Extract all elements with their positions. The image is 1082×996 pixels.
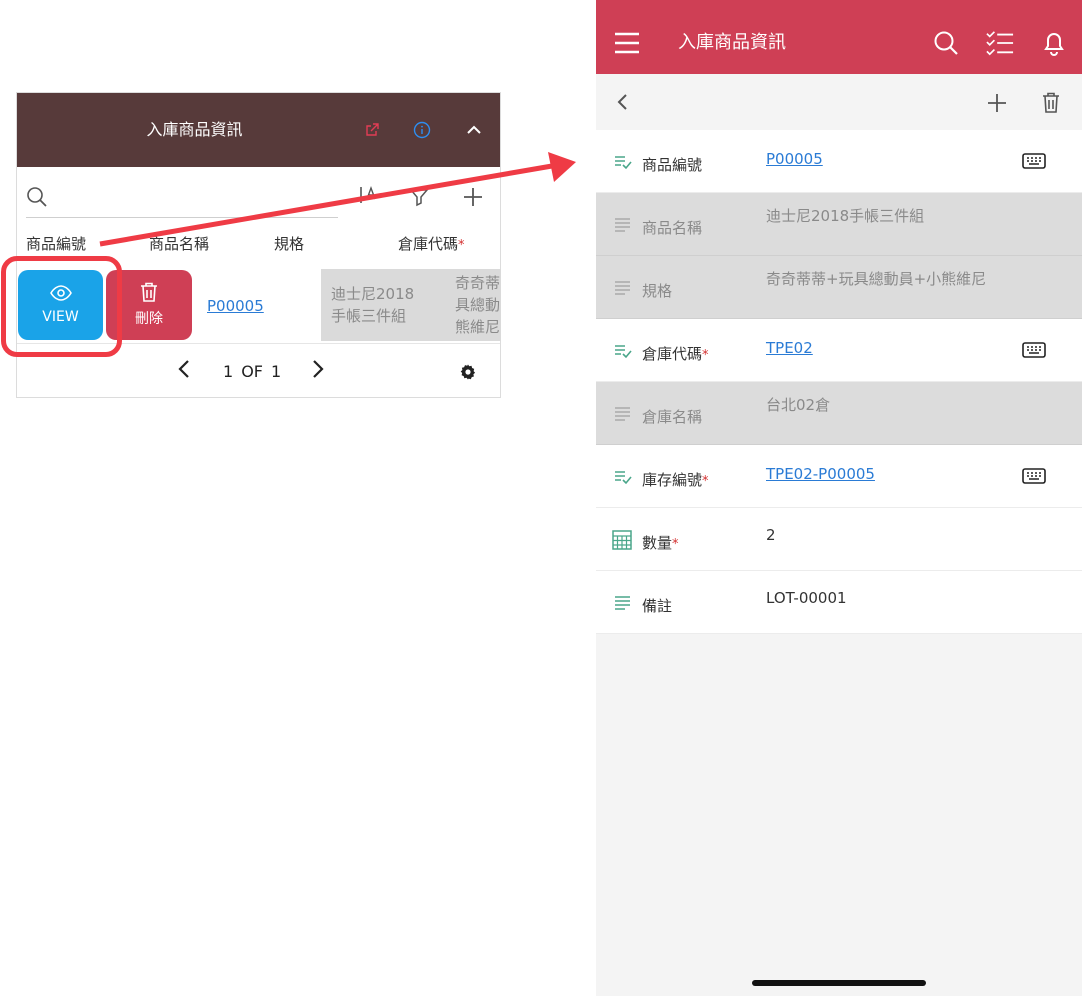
field-label: 數量* bbox=[642, 532, 679, 553]
keyboard-icon[interactable] bbox=[1022, 342, 1046, 362]
product-name-line1: 迪士尼2018 bbox=[331, 285, 415, 303]
settings-gear-icon[interactable] bbox=[459, 363, 477, 385]
quantity-input[interactable]: 2 bbox=[766, 526, 776, 544]
info-icon[interactable] bbox=[411, 119, 433, 141]
add-icon[interactable] bbox=[463, 187, 483, 211]
field-label-text: 庫存編號 bbox=[642, 471, 703, 489]
checklist-icon[interactable] bbox=[986, 29, 1014, 57]
field-spec: 規格 奇奇蒂蒂+玩具總動員+小熊維尼 bbox=[596, 256, 1082, 319]
field-value: 迪士尼2018手帳三件組 bbox=[766, 207, 925, 225]
external-link-icon[interactable] bbox=[361, 119, 383, 141]
total-pages: 1 bbox=[270, 361, 282, 381]
field-warehouse-code[interactable]: 倉庫代碼* TPE02 bbox=[596, 319, 1082, 382]
required-mark: * bbox=[702, 348, 709, 363]
field-value: 台北02倉 bbox=[766, 396, 831, 414]
spec-line2: 具總動 bbox=[455, 296, 501, 314]
list-panel-header: 入庫商品資訊 bbox=[17, 93, 500, 167]
text-lines-icon bbox=[615, 596, 630, 610]
field-label-text: 倉庫代碼 bbox=[642, 345, 703, 363]
keyboard-icon[interactable] bbox=[1022, 153, 1046, 173]
app-bar: 入庫商品資訊 bbox=[596, 0, 1082, 74]
text-lines-icon bbox=[615, 218, 630, 232]
remark-input[interactable]: LOT-00001 bbox=[766, 589, 847, 607]
spec-cell: 奇奇蒂 具總動 熊維尼 bbox=[421, 269, 501, 341]
page-of-label: OF bbox=[241, 361, 263, 381]
field-value-link[interactable]: TPE02-P00005 bbox=[766, 465, 875, 483]
field-warehouse-name: 倉庫名稱 台北02倉 bbox=[596, 382, 1082, 445]
list-panel-title: 入庫商品資訊 bbox=[146, 120, 243, 139]
field-label: 規格 bbox=[642, 282, 673, 300]
spec-line1: 奇奇蒂 bbox=[455, 274, 501, 292]
lookup-text-icon bbox=[615, 345, 632, 359]
field-value: 奇奇蒂蒂+玩具總動員+小熊維尼 bbox=[766, 270, 987, 288]
spec-line3: 熊維尼 bbox=[455, 318, 501, 336]
required-mark: * bbox=[458, 238, 465, 253]
product-name-cell: 迪士尼2018 手帳三件組 bbox=[321, 269, 421, 341]
field-product-code[interactable]: 商品編號 P00005 bbox=[596, 130, 1082, 193]
field-quantity[interactable]: 數量* 2 bbox=[596, 508, 1082, 571]
current-page: 1 bbox=[223, 361, 234, 381]
filter-icon[interactable] bbox=[409, 187, 429, 211]
field-label: 商品名稱 bbox=[642, 219, 703, 237]
search-icon[interactable] bbox=[932, 29, 960, 57]
lookup-text-icon bbox=[615, 156, 632, 170]
field-label: 庫存編號* bbox=[642, 469, 709, 490]
search-input[interactable] bbox=[26, 217, 338, 218]
pagination: 1 OF 1 bbox=[177, 351, 325, 391]
add-icon[interactable] bbox=[987, 93, 1007, 117]
field-value-link[interactable]: TPE02 bbox=[766, 339, 813, 357]
column-header-code[interactable]: 商品編號 bbox=[26, 233, 86, 254]
delete-button-label: 刪除 bbox=[135, 311, 163, 327]
field-remark[interactable]: 備註 LOT-00001 bbox=[596, 571, 1082, 634]
product-name-line2: 手帳三件組 bbox=[331, 307, 407, 325]
column-header-warehouse[interactable]: 倉庫代碼* bbox=[398, 233, 465, 254]
highlight-frame bbox=[1, 256, 122, 357]
field-label: 商品編號 bbox=[642, 156, 703, 174]
next-page-icon[interactable] bbox=[311, 359, 325, 383]
bell-icon[interactable] bbox=[1040, 29, 1068, 57]
field-stock-code[interactable]: 庫存編號* TPE02-P00005 bbox=[596, 445, 1082, 508]
search-icon[interactable] bbox=[26, 186, 48, 212]
hamburger-menu-icon[interactable] bbox=[613, 29, 641, 57]
product-code-link[interactable]: P00005 bbox=[207, 297, 264, 315]
trash-icon[interactable] bbox=[1042, 92, 1060, 118]
column-header-warehouse-label: 倉庫代碼 bbox=[398, 235, 459, 253]
prev-page-icon[interactable] bbox=[177, 359, 191, 383]
back-chevron-icon[interactable] bbox=[616, 93, 628, 115]
lookup-text-icon bbox=[615, 471, 632, 485]
keyboard-icon[interactable] bbox=[1022, 468, 1046, 488]
detail-toolbar bbox=[596, 74, 1082, 130]
column-header-spec[interactable]: 規格 bbox=[274, 233, 304, 254]
field-value-link[interactable]: P00005 bbox=[766, 150, 823, 168]
chevron-up-icon[interactable] bbox=[463, 119, 485, 141]
text-lines-icon bbox=[615, 281, 630, 295]
field-label: 備註 bbox=[642, 597, 673, 615]
required-mark: * bbox=[702, 474, 709, 489]
sort-icon[interactable] bbox=[357, 185, 377, 209]
field-product-name: 商品名稱 迪士尼2018手帳三件組 bbox=[596, 193, 1082, 256]
home-indicator bbox=[752, 980, 926, 986]
field-label: 倉庫代碼* bbox=[642, 343, 709, 364]
detail-screen: 入庫商品資訊 商品編號 P00005 商品名稱 迪士尼2018手帳三件組 規格 … bbox=[596, 0, 1082, 996]
required-mark: * bbox=[672, 537, 679, 552]
text-lines-icon bbox=[615, 407, 630, 421]
field-label-text: 數量 bbox=[642, 534, 673, 552]
trash-icon bbox=[141, 282, 157, 302]
column-header-name[interactable]: 商品名稱 bbox=[149, 233, 209, 254]
field-label: 倉庫名稱 bbox=[642, 408, 703, 426]
calculator-icon bbox=[612, 530, 632, 550]
